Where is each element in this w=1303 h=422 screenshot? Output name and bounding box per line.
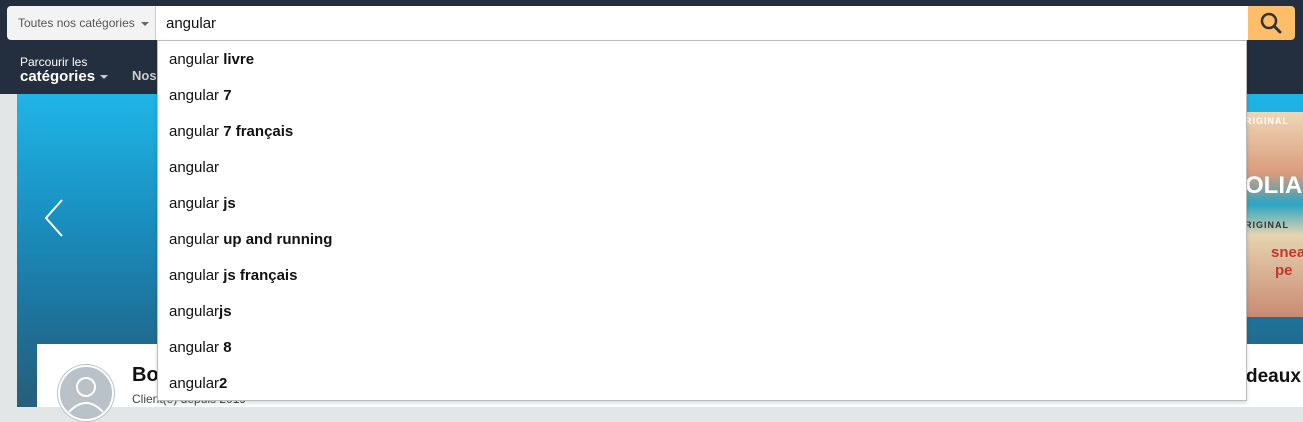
suggestion-prefix: angular [169, 195, 224, 212]
suggestion-item[interactable]: angularjs [158, 294, 1246, 330]
suggestion-prefix: angular [169, 339, 224, 356]
suggestion-completion: livre [223, 51, 255, 68]
suggestion-completion: 8 [223, 339, 232, 356]
card-title: Bo [132, 364, 159, 386]
suggestion-item[interactable]: angular livre [158, 42, 1246, 78]
suggestion-item[interactable]: angular js français [158, 258, 1246, 294]
poster-text: RIGINAL [1245, 220, 1289, 230]
category-label: Toutes nos catégories [18, 16, 135, 30]
chevron-left-icon [44, 199, 63, 237]
search-suggestions: angular livre angular 7 angular 7 français… [157, 40, 1247, 401]
browse-categories-menu[interactable]: Parcourir les catégories [20, 55, 109, 86]
suggestion-item[interactable]: angular 7 français [158, 114, 1246, 150]
promo-poster[interactable]: RIGINAL OLIA RIGINAL snea pe [1245, 112, 1303, 317]
avatar [57, 364, 115, 422]
nav-link-partial[interactable]: Nos [132, 68, 157, 83]
poster-text: snea [1271, 244, 1303, 261]
suggestion-prefix: angular [169, 87, 224, 104]
suggestion-completion: js [223, 195, 236, 212]
caret-down-icon [100, 75, 109, 80]
suggestion-item[interactable]: angular [158, 150, 1246, 186]
browse-label-text: catégories [20, 68, 96, 86]
category-dropdown[interactable]: Toutes nos catégories [7, 6, 156, 40]
suggestion-item[interactable]: angular js [158, 186, 1246, 222]
suggestion-item[interactable]: angular 7 [158, 78, 1246, 114]
poster-text: OLIA [1245, 172, 1303, 199]
suggestion-completion: js [219, 303, 232, 320]
suggestion-prefix: angular [169, 231, 224, 248]
suggestion-prefix: angular [169, 123, 224, 140]
suggestion-completion: up and running [223, 231, 333, 248]
browse-label-line2: catégories [20, 68, 109, 86]
suggestion-item[interactable]: angular2 [158, 366, 1246, 402]
search-bar: Toutes nos catégories [7, 6, 1295, 40]
suggestion-completion: 2 [219, 375, 228, 392]
suggestion-prefix: angular [169, 303, 220, 320]
suggestion-completion: 7 [223, 87, 232, 104]
search-icon [1260, 12, 1282, 34]
suggestion-completion: 7 français [223, 123, 294, 140]
suggestion-prefix: angular [169, 159, 220, 176]
search-input[interactable] [156, 6, 1248, 40]
search-button[interactable] [1248, 6, 1295, 40]
avatar-icon [58, 365, 114, 421]
card-title: deaux [1246, 366, 1301, 387]
suggestion-prefix: angular [169, 375, 220, 392]
poster-text: RIGINAL [1245, 116, 1289, 126]
carousel-prev-button[interactable] [42, 198, 66, 243]
suggestion-prefix: angular [169, 267, 224, 284]
suggestion-completion: js français [223, 267, 298, 284]
suggestion-item[interactable]: angular up and running [158, 222, 1246, 258]
suggestion-item[interactable]: angular 8 [158, 330, 1246, 366]
page-gutter [0, 94, 17, 407]
caret-down-icon [140, 21, 149, 26]
poster-text: pe [1275, 262, 1293, 279]
suggestion-prefix: angular [169, 51, 224, 68]
